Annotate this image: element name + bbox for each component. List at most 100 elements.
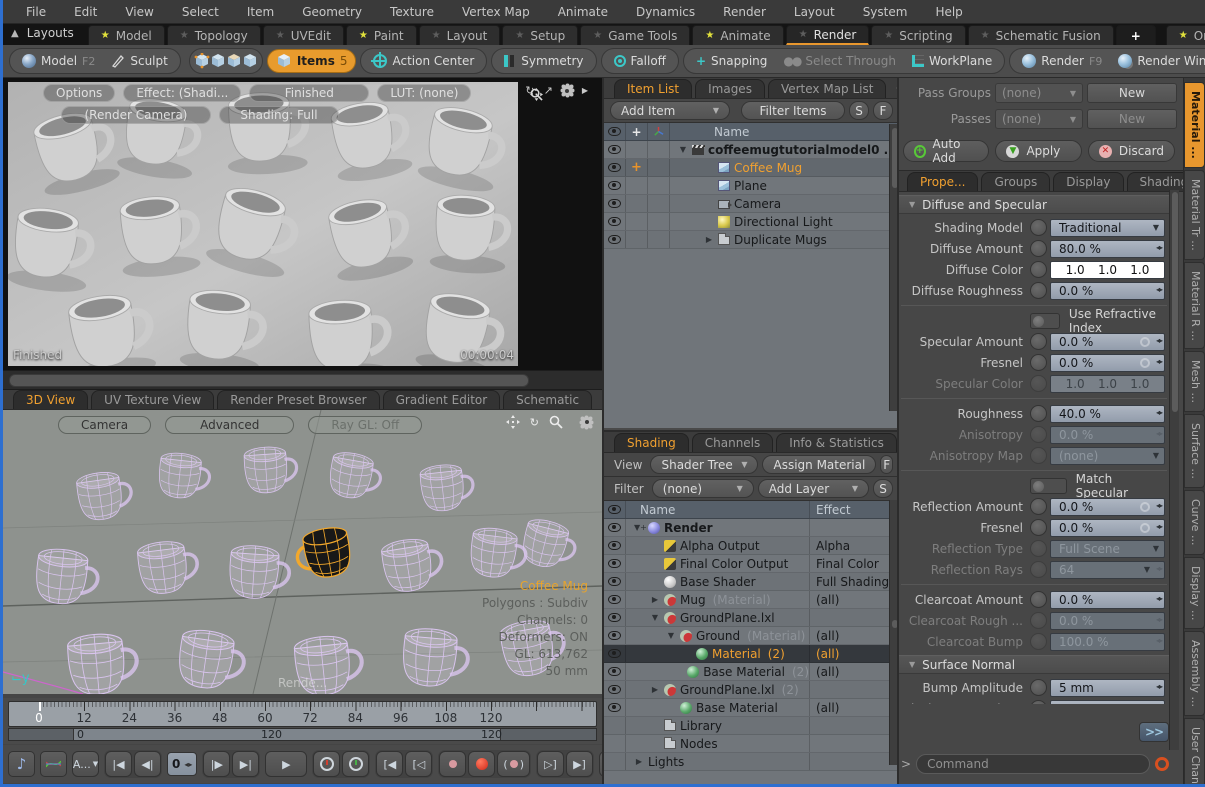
item-list-row[interactable]: Camera bbox=[604, 195, 899, 213]
tab-images[interactable]: Images bbox=[695, 79, 765, 98]
menu-view[interactable]: View bbox=[112, 2, 166, 22]
effect-cell[interactable]: Full Shading bbox=[809, 573, 899, 590]
render-preview-panel[interactable]: Options Effect: (Shadi... Finished LUT: … bbox=[3, 78, 602, 370]
apply-button[interactable]: ▼Apply bbox=[995, 140, 1081, 162]
visibility-cell[interactable] bbox=[604, 555, 626, 572]
effect-cell[interactable]: (all) bbox=[809, 645, 899, 662]
assign-material-button[interactable]: Assign Material bbox=[762, 455, 876, 474]
add-key-button[interactable] bbox=[439, 751, 466, 777]
layer-name-cell[interactable]: ▶GroundPlane.lxl(2) bbox=[626, 681, 809, 698]
next-key-alt-button[interactable]: ▷] bbox=[537, 751, 564, 777]
command-input[interactable]: Command bbox=[916, 754, 1150, 774]
ghost-cell[interactable] bbox=[626, 177, 648, 194]
polygons-mode-icon[interactable] bbox=[226, 53, 242, 69]
filter-s-button[interactable]: S bbox=[849, 101, 869, 120]
preview-shading-button[interactable]: Shading: Full bbox=[219, 106, 339, 124]
fresnel-field[interactable]: 0.0 %◂▸ bbox=[1050, 354, 1165, 372]
go-to-start-button[interactable]: |◀ bbox=[105, 751, 132, 777]
go-to-end-button[interactable]: ▶| bbox=[232, 751, 259, 777]
viewport-raygl-button[interactable]: Ray GL: Off bbox=[308, 416, 422, 434]
layouts-button[interactable]: ▲ Layouts bbox=[3, 24, 88, 45]
mini-arrows-icon[interactable]: ◂▸ bbox=[1156, 636, 1162, 645]
clearcoat-bump-field[interactable]: 100.0 %◂▸ bbox=[1050, 633, 1165, 651]
visibility-cell[interactable] bbox=[604, 177, 626, 194]
mini-arrows-icon[interactable]: ◂▸ bbox=[1156, 243, 1162, 252]
audio-button[interactable]: ♪ bbox=[8, 751, 35, 777]
channel-knob[interactable] bbox=[1030, 405, 1047, 422]
layout-tab-paint[interactable]: ★Paint bbox=[346, 25, 417, 45]
mini-arrows-icon[interactable]: ◂▸ bbox=[1156, 703, 1162, 705]
channel-knob[interactable] bbox=[1030, 633, 1047, 650]
render-window-button[interactable]: Render Window bbox=[1110, 49, 1205, 73]
item-name-cell[interactable]: Directional Light bbox=[670, 213, 899, 230]
viewport-advanced-button[interactable]: Advanced bbox=[165, 416, 294, 434]
viewport-gear-icon[interactable] bbox=[581, 417, 592, 428]
tab-item-list[interactable]: Item List bbox=[614, 79, 692, 98]
item-name-cell[interactable]: ▶Duplicate Mugs bbox=[670, 231, 899, 248]
side-tab-mesh-[interactable]: Mesh ... bbox=[1184, 351, 1205, 412]
menu-item[interactable]: Item bbox=[234, 2, 287, 22]
side-tab-curve-[interactable]: Curve ... bbox=[1184, 490, 1205, 554]
shader-tree-row[interactable]: Base Material(2)(all) bbox=[604, 663, 899, 681]
mini-arrows-icon[interactable]: ◂▸ bbox=[1156, 615, 1162, 624]
side-tab-display-[interactable]: Display ... bbox=[1184, 557, 1205, 630]
menu-select[interactable]: Select bbox=[169, 2, 232, 22]
eye-icon[interactable] bbox=[608, 145, 621, 154]
shader-tree-row[interactable]: ▼+Render bbox=[604, 519, 899, 537]
reflection-amount-field[interactable]: 0.0 %◂▸ bbox=[1050, 498, 1165, 516]
effect-cell[interactable]: (all) bbox=[809, 699, 899, 716]
form-more-button[interactable]: >> bbox=[1139, 722, 1169, 742]
shading-f-button[interactable]: F bbox=[880, 455, 893, 474]
effect-cell[interactable]: (all) bbox=[809, 663, 899, 680]
eye-icon[interactable] bbox=[608, 523, 621, 532]
eye-icon[interactable] bbox=[608, 163, 621, 172]
layout-tab-animate[interactable]: ★Animate bbox=[692, 25, 783, 45]
layer-name-cell[interactable]: ▼+Render bbox=[626, 519, 809, 536]
tab-shading[interactable]: Shading bbox=[614, 433, 689, 452]
layer-name-cell[interactable]: Base Shader bbox=[626, 573, 809, 590]
channel-knob[interactable] bbox=[1030, 498, 1047, 515]
visibility-cell[interactable] bbox=[604, 141, 626, 158]
axes-cell[interactable] bbox=[648, 177, 670, 194]
materials-mode-icon[interactable] bbox=[242, 53, 258, 69]
visibility-cell[interactable] bbox=[604, 663, 626, 680]
channel-knob[interactable] bbox=[1030, 219, 1047, 236]
layout-tab-setup[interactable]: ★Setup bbox=[502, 25, 578, 45]
shader-tree-row[interactable]: Base ShaderFull Shading bbox=[604, 573, 899, 591]
diffuse-color-swatch[interactable]: 1.01.01.0 bbox=[1050, 261, 1165, 279]
layout-tab-layout[interactable]: ★Layout bbox=[419, 25, 501, 45]
menu-texture[interactable]: Texture bbox=[377, 2, 447, 22]
preview-lut-button[interactable]: LUT: (none) bbox=[377, 84, 471, 102]
mini-arrows-icon[interactable]: ◂▸ bbox=[1156, 285, 1162, 294]
bump-amplitude-field[interactable]: 5 mm◂▸ bbox=[1050, 679, 1165, 697]
menu-layout[interactable]: Layout bbox=[781, 2, 848, 22]
layout-tab-uvedit[interactable]: ★UVEdit bbox=[263, 25, 344, 45]
layout-tab-scripting[interactable]: ★Scripting bbox=[871, 25, 965, 45]
eye-icon[interactable] bbox=[608, 199, 621, 208]
time-out-clock-button[interactable] bbox=[342, 751, 369, 777]
item-name-cell[interactable]: Coffee Mug bbox=[670, 159, 899, 176]
visibility-cell[interactable] bbox=[604, 753, 626, 770]
auto-add-button[interactable]: +Auto Add bbox=[903, 140, 989, 162]
reflection-rays-field[interactable]: 64◂▸▼ bbox=[1050, 561, 1165, 579]
visibility-cell[interactable] bbox=[604, 735, 626, 752]
channel-knob[interactable] bbox=[1030, 354, 1047, 371]
displacement-dist--field[interactable]: 20 mm◂▸ bbox=[1050, 700, 1165, 705]
anisotropy-map-dropdown[interactable]: (none)▼ bbox=[1050, 447, 1165, 465]
eye-icon[interactable] bbox=[608, 577, 621, 586]
layer-name-cell[interactable]: Base Material bbox=[626, 699, 809, 716]
mini-arrows-icon[interactable]: ◂▸ bbox=[1156, 357, 1162, 366]
properties-scrollbar[interactable] bbox=[1169, 190, 1179, 750]
axes-cell[interactable] bbox=[648, 195, 670, 212]
visibility-cell[interactable] bbox=[604, 609, 626, 626]
expander-icon[interactable]: ▼ bbox=[650, 613, 660, 622]
eye-icon[interactable] bbox=[608, 217, 621, 226]
prev-keyframe-button[interactable]: [◀ bbox=[376, 751, 403, 777]
vertices-mode-icon[interactable] bbox=[194, 53, 210, 69]
workplane-button[interactable]: WorkPlane bbox=[904, 49, 1000, 73]
shader-tree-row[interactable]: Final Color OutputFinal Color bbox=[604, 555, 899, 573]
3d-viewport[interactable]: Camera Advanced Ray GL: Off ↻ Coffee Mug… bbox=[3, 410, 602, 694]
channel-knob[interactable] bbox=[1030, 240, 1047, 257]
channel-knob[interactable] bbox=[1030, 540, 1047, 557]
menu-edit[interactable]: Edit bbox=[61, 2, 110, 22]
